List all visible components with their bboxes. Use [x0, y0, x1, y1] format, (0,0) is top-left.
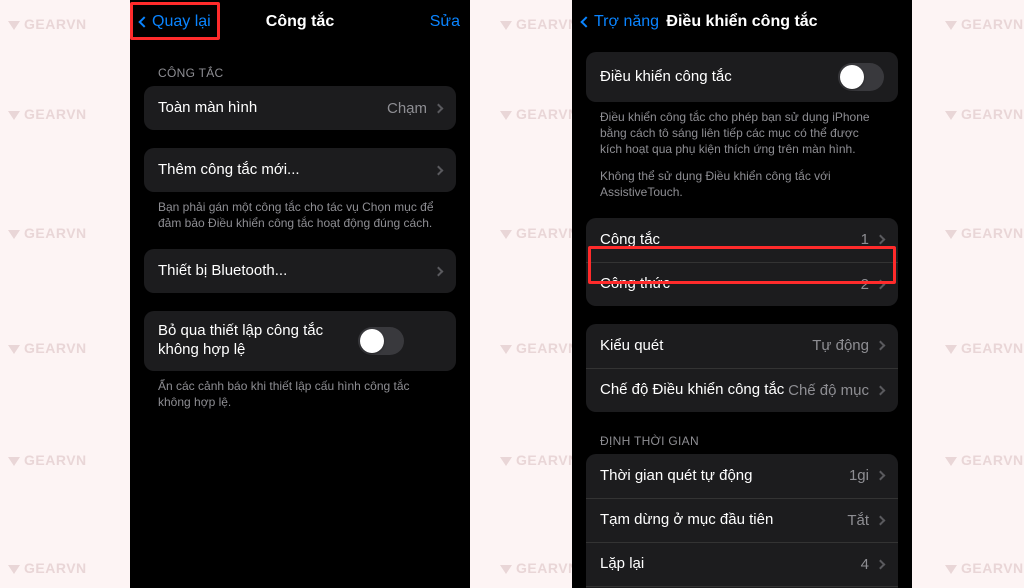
- watermark: GEARVN: [24, 225, 87, 241]
- row-value: Chạm: [387, 100, 427, 117]
- watermark: GEARVN: [516, 225, 579, 241]
- row-label: Lặp lại: [600, 555, 861, 574]
- watermark: GEARVN: [24, 560, 87, 576]
- watermark: GEARVN: [24, 16, 87, 32]
- row-switchmode[interactable]: Chế độ Điều khiển công tắc Chế độ mục: [586, 368, 898, 412]
- row-label: Thêm công tắc mới...: [158, 161, 435, 180]
- group-switches-recipes: Công tắc 1 Công thức 2: [586, 218, 898, 306]
- footer-master1: Điều khiển công tắc cho phép bạn sử dụng…: [572, 102, 912, 158]
- group-bluetooth: Thiết bị Bluetooth...: [144, 249, 456, 293]
- watermark: GEARVN: [961, 560, 1024, 576]
- row-bluetooth[interactable]: Thiết bị Bluetooth...: [144, 249, 456, 293]
- section-header-timing: ĐỊNH THỜI GIAN: [572, 412, 912, 454]
- row-value: Tắt: [847, 512, 869, 529]
- row-pause[interactable]: Tạm dừng ở mục đầu tiên Tắt: [586, 498, 898, 542]
- watermark: GEARVN: [516, 560, 579, 576]
- watermark: GEARVN: [961, 340, 1024, 356]
- row-label: Thời gian quét tự động: [600, 467, 849, 486]
- row-label: Kiểu quét: [600, 337, 812, 356]
- footer-master2: Không thể sử dụng Điều khiển công tắc vớ…: [572, 158, 912, 200]
- chevron-right-icon: [876, 385, 886, 395]
- nav-back-label: Quay lại: [152, 13, 211, 31]
- chevron-right-icon: [434, 103, 444, 113]
- chevron-right-icon: [434, 266, 444, 276]
- row-autoscan[interactable]: Thời gian quét tự động 1gi: [586, 454, 898, 498]
- row-fullscreen[interactable]: Toàn màn hình Chạm: [144, 86, 456, 130]
- row-label: Công thức: [600, 275, 861, 294]
- watermark: GEARVN: [961, 16, 1024, 32]
- row-value: 2: [861, 276, 869, 293]
- row-label: Chế độ Điều khiển công tắc: [600, 381, 788, 400]
- group-timing: Thời gian quét tự động 1gi Tạm dừng ở mụ…: [586, 454, 898, 588]
- watermark: GEARVN: [516, 452, 579, 468]
- row-skip-invalid[interactable]: Bỏ qua thiết lập công tắc không hợp lệ: [144, 311, 456, 371]
- chevron-right-icon: [876, 341, 886, 351]
- row-recipes[interactable]: Công thức 2: [586, 262, 898, 306]
- row-scanstyle[interactable]: Kiểu quét Tự động: [586, 324, 898, 368]
- navbar: Quay lại Công tắc Sửa: [130, 0, 470, 44]
- watermark: GEARVN: [961, 452, 1024, 468]
- toggle-skip-invalid[interactable]: [358, 327, 404, 355]
- nav-back-button[interactable]: Quay lại: [140, 13, 211, 31]
- watermark: GEARVN: [516, 106, 579, 122]
- watermark: GEARVN: [24, 452, 87, 468]
- nav-edit-button[interactable]: Sửa: [390, 13, 460, 31]
- row-master-toggle[interactable]: Điều khiển công tắc: [586, 52, 898, 102]
- watermark: GEARVN: [24, 340, 87, 356]
- chevron-right-icon: [876, 471, 886, 481]
- watermark: GEARVN: [961, 225, 1024, 241]
- row-label: Thiết bị Bluetooth...: [158, 262, 435, 281]
- nav-back-label: Trợ năng: [594, 13, 659, 31]
- group-add-switch: Thêm công tắc mới...: [144, 148, 456, 192]
- row-label: Công tắc: [600, 231, 861, 250]
- row-label: Bỏ qua thiết lập công tắc không hợp lệ: [158, 322, 358, 360]
- chevron-left-icon: [580, 16, 591, 27]
- navbar: Trợ năng Điều khiển công tắc: [572, 0, 912, 44]
- nav-back-button[interactable]: Trợ năng: [582, 13, 659, 31]
- nav-edit-label: Sửa: [430, 13, 460, 31]
- chevron-left-icon: [138, 16, 149, 27]
- footer-add-switch: Bạn phải gán một công tắc cho tác vụ Chọ…: [130, 192, 470, 231]
- chevron-right-icon: [876, 515, 886, 525]
- watermark: GEARVN: [24, 106, 87, 122]
- row-value: 1: [861, 231, 869, 248]
- chevron-right-icon: [876, 279, 886, 289]
- group-skip-invalid: Bỏ qua thiết lập công tắc không hợp lệ: [144, 311, 456, 371]
- chevron-right-icon: [434, 165, 444, 175]
- footer-skip-invalid: Ẩn các cảnh báo khi thiết lập cấu hình c…: [130, 371, 470, 410]
- row-label: Điều khiển công tắc: [600, 68, 838, 87]
- row-value: 1gi: [849, 467, 869, 484]
- row-label: Tạm dừng ở mục đầu tiên: [600, 511, 847, 530]
- row-value: Chế độ mục: [788, 382, 869, 399]
- phone-right: Trợ năng Điều khiển công tắc Điều khiển …: [572, 0, 912, 588]
- watermark: GEARVN: [516, 340, 579, 356]
- watermark: GEARVN: [961, 106, 1024, 122]
- chevron-right-icon: [876, 235, 886, 245]
- section-header-switches: CÔNG TẮC: [130, 44, 470, 86]
- row-value: Tự động: [812, 337, 869, 354]
- row-value: 4: [861, 556, 869, 573]
- phone-left: Quay lại Công tắc Sửa CÔNG TẮC Toàn màn …: [130, 0, 470, 588]
- watermark: GEARVN: [516, 16, 579, 32]
- chevron-right-icon: [876, 559, 886, 569]
- row-switches[interactable]: Công tắc 1: [586, 218, 898, 262]
- row-label: Toàn màn hình: [158, 99, 387, 118]
- group-master: Điều khiển công tắc: [586, 52, 898, 102]
- toggle-master[interactable]: [838, 63, 884, 91]
- row-repeat[interactable]: Lặp lại 4: [586, 542, 898, 586]
- group-scan: Kiểu quét Tự động Chế độ Điều khiển công…: [586, 324, 898, 412]
- group-fullscreen: Toàn màn hình Chạm: [144, 86, 456, 130]
- row-add-switch[interactable]: Thêm công tắc mới...: [144, 148, 456, 192]
